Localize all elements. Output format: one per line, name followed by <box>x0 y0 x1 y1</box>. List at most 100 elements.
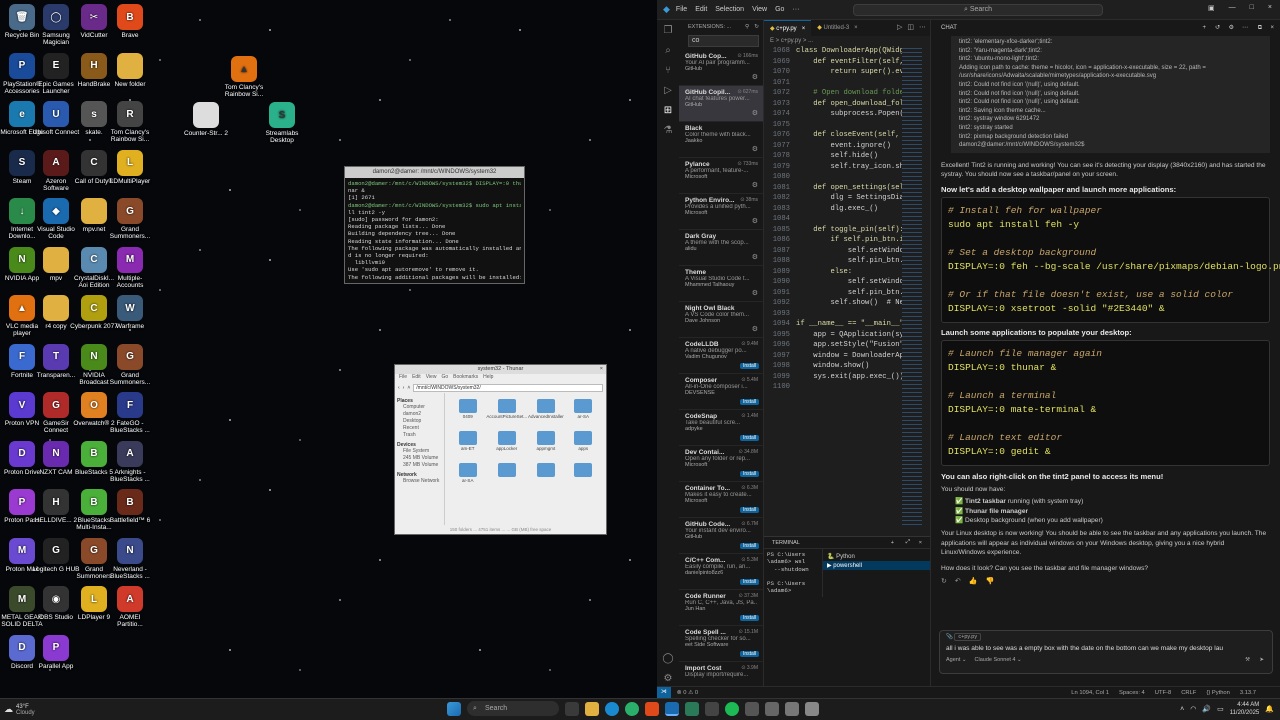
chat-input[interactable]: all i was able to see was a empty box wi… <box>946 645 1266 652</box>
search-sidebar-icon[interactable]: ⌕ <box>665 45 671 56</box>
folder-item[interactable]: AdvancedInstaller <box>527 397 564 429</box>
taskbar-search[interactable]: ⌕ Search <box>467 701 559 716</box>
app-taskbar-icon[interactable] <box>765 701 779 716</box>
thunar-sidebar-item[interactable]: File System <box>397 448 442 455</box>
extension-item[interactable]: Code Spell ... ⊙ 15.1M Spelling checker fo… <box>679 626 763 662</box>
desktop-icon[interactable]: New folder <box>106 52 154 88</box>
thunar-menu-item[interactable]: Help <box>483 374 493 382</box>
thumbs-up-icon[interactable]: 👍 <box>969 577 978 586</box>
thunar-menu-item[interactable]: Go <box>441 374 448 382</box>
desktop-icon[interactable]: A AOMEI Partitio... <box>106 586 154 628</box>
tools-icon[interactable]: ⚒ <box>1245 657 1250 663</box>
folder-item[interactable]: appmgmt <box>527 429 564 461</box>
terminal-output[interactable]: PS C:\Users \adam6> wsl --shutdown PS C:\U… <box>764 549 822 597</box>
close-window-icon[interactable]: × <box>1268 4 1272 12</box>
layout-icon[interactable]: ▣ <box>1208 4 1215 12</box>
install-button[interactable]: Install <box>739 651 759 657</box>
forward-icon[interactable]: › <box>403 385 405 391</box>
wifi-icon[interactable]: ◠ <box>1190 705 1196 713</box>
install-button[interactable]: Install <box>739 615 759 621</box>
desktop-icon[interactable]: F FateGO - BlueStacks ... <box>106 392 154 434</box>
thunar-sidebar-item[interactable]: damon2 <box>397 411 442 418</box>
extension-item[interactable]: Black Color theme with black... Jaakko ⚙ <box>679 122 763 158</box>
desktop-icon[interactable]: G Grand Summoners... <box>106 343 154 386</box>
gear-icon[interactable]: ⚙ <box>752 73 758 81</box>
terminal-session[interactable]: 🐍 Python <box>823 552 930 561</box>
gear-icon[interactable]: ⚙ <box>752 181 758 189</box>
settings-icon[interactable]: ⚙ <box>1229 20 1234 36</box>
new-chat-icon[interactable]: + <box>1202 20 1206 36</box>
gear-icon[interactable]: ⚙ <box>752 109 758 117</box>
volume-icon[interactable]: 🔊 <box>1202 705 1211 713</box>
status-item[interactable]: CRLF <box>1181 690 1196 696</box>
extension-item[interactable]: GitHub Cop... ⊙ 166ms Your AI pair program… <box>679 50 763 86</box>
menu-item[interactable]: Edit <box>695 6 707 13</box>
filter-icon[interactable]: ⚲ <box>745 20 749 34</box>
desktop-icon[interactable]: B Brave <box>106 4 154 39</box>
editor-tab[interactable]: ◆ Untitled-3 × <box>811 20 863 36</box>
gear-icon[interactable]: ⚙ <box>752 217 758 225</box>
thunar-sidebar-item[interactable]: 245 MB Volume <box>397 455 442 462</box>
popout-icon[interactable]: ⧉ <box>1258 20 1262 36</box>
extension-item[interactable]: Pylance ⊙ 733ms A performant, feature-... M… <box>679 158 763 194</box>
notification-bell-icon[interactable]: 🔔 <box>1265 705 1274 713</box>
send-icon[interactable]: ➤ <box>1259 657 1264 663</box>
run-debug-icon[interactable]: ▷ <box>664 85 672 96</box>
editor-tab[interactable]: ◆ c+py.py × <box>764 20 812 36</box>
install-button[interactable]: Install <box>739 507 759 513</box>
folder-item[interactable]: 0409 <box>449 397 486 429</box>
battery-icon[interactable]: ▭ <box>1217 705 1224 713</box>
back-icon[interactable]: ‹ <box>398 385 400 391</box>
folder-item[interactable]: ar-SA <box>565 397 602 429</box>
code-block[interactable]: # Launch file manager again DISPLAY=:0 th… <box>941 340 1270 467</box>
split-editor-icon[interactable]: ◫ <box>907 20 914 36</box>
desktop-icon[interactable]: ▲ Tom Clancy's Rainbow Si... <box>220 56 268 98</box>
install-button[interactable]: Install <box>739 579 759 585</box>
extension-item[interactable]: Import Cost ⊙ 3.9M Display import/require.… <box>679 662 763 688</box>
install-button[interactable]: Install <box>739 363 759 369</box>
problems-indicator[interactable]: ⊗ 0 ⚠ 0 <box>677 690 698 696</box>
thunar-titlebar[interactable]: system32 - Thunar × <box>395 365 606 374</box>
extension-item[interactable]: Dev Contai... ⊙ 34.8M Open any folder or r… <box>679 446 763 482</box>
gear-icon[interactable]: ⚙ <box>752 325 758 333</box>
thunar-sidebar-item[interactable]: Trash <box>397 432 442 439</box>
close-chat-icon[interactable]: × <box>1270 20 1274 36</box>
thunar-menu-item[interactable]: Edit <box>412 374 421 382</box>
folder-item[interactable]: ar-SA <box>449 461 486 493</box>
file-explorer-icon[interactable] <box>585 701 599 716</box>
app-taskbar-icon[interactable] <box>745 701 759 716</box>
new-terminal-icon[interactable]: + <box>891 540 894 546</box>
brave-icon[interactable] <box>645 701 659 716</box>
thunar-menu-item[interactable]: View <box>426 374 437 382</box>
thunar-sidebar-item[interactable]: Desktop <box>397 418 442 425</box>
close-panel-icon[interactable]: × <box>919 540 922 546</box>
edge-beta-icon[interactable] <box>625 701 639 716</box>
desktop-icon[interactable]: G Grand Summoners... <box>106 198 154 240</box>
menu-item[interactable]: Go <box>775 6 784 13</box>
edge-icon[interactable] <box>605 701 619 716</box>
terminal-tab[interactable]: TERMINAL <box>772 540 800 546</box>
status-item[interactable]: 3.13.7 <box>1240 690 1256 696</box>
minimap[interactable] <box>902 46 922 526</box>
folder-item[interactable]: appLocker <box>486 429 527 461</box>
thunar-sidebar-item[interactable]: 387 MB Volume <box>397 462 442 469</box>
menu-more-button[interactable]: ··· <box>792 6 799 13</box>
code-block[interactable]: # Install feh for wallpaper sudo apt inst… <box>941 196 1280 323</box>
extension-item[interactable]: CodeSnap ⊙ 1.4M Take beautiful scre... adpy… <box>679 410 763 446</box>
folder-item[interactable] <box>565 461 602 493</box>
maximize-panel-icon[interactable]: ⤢ <box>906 539 910 546</box>
tab-close-icon[interactable]: × <box>854 25 858 31</box>
command-center-search[interactable]: ⌕ Search <box>853 4 1103 16</box>
menu-item[interactable]: File <box>676 6 687 13</box>
extension-item[interactable]: Night Owl Black A VS Code color them... Da… <box>679 302 763 338</box>
tab-close-icon[interactable]: × <box>802 26 806 32</box>
thunar-menu-item[interactable]: File <box>399 374 407 382</box>
thunar-menu-item[interactable]: Bookmarks <box>453 374 478 382</box>
install-button[interactable]: Install <box>739 435 759 441</box>
extension-item[interactable]: C/C++ Com... ⊙ 5.3M Easily compile, run, a… <box>679 554 763 590</box>
extension-item[interactable]: Code Runner ⊙ 37.3M Run C, C++, Java, JS, … <box>679 590 763 626</box>
menu-item[interactable]: View <box>752 6 767 13</box>
extension-item[interactable]: GitHub Code... ⊙ 6.7M Your instant dev env… <box>679 518 763 554</box>
up-icon[interactable]: ˄ <box>407 385 410 391</box>
folder-item[interactable]: AccountPictureSet... <box>486 397 527 429</box>
